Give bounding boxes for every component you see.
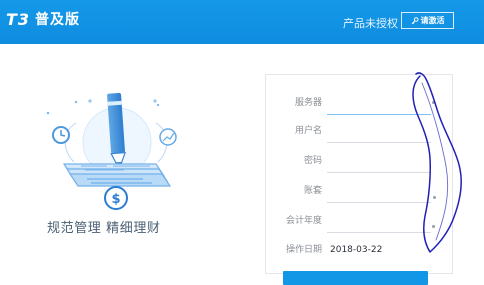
server-input-line [327,114,431,115]
username-label: 用户名 [294,126,322,136]
password-input-line [327,172,431,173]
username-input-line [327,142,431,143]
login-button[interactable] [283,271,428,285]
fiscal-year-label: 会计年度 [285,216,322,226]
account-set-label: 账套 [303,186,322,196]
username-field[interactable]: 用户名 [266,121,454,143]
server-input[interactable] [330,95,428,111]
server-label: 服务器 [294,98,322,108]
login-panel: 服务器 用户名 密码 账套 会计年度 操作日期 2018-03-22 [265,74,454,285]
fiscal-year-field[interactable]: 会计年度 [266,211,454,233]
field-dot-2 [433,196,436,199]
key-icon [411,16,419,25]
activate-button[interactable]: 请激活 [401,12,454,29]
password-field[interactable]: 密码 [266,151,454,173]
logo-t3: T3 [6,9,31,29]
product-logo: T3 普及版 [6,7,80,31]
operation-date-label: 操作日期 [285,245,322,255]
finance-management-illustration: $ [46,92,177,210]
slogan: 规范管理 精细理财 [47,221,161,236]
t3-login-window: T3 普及版 产品未授权 请激活 $ 规范管理 精细理财 服务器 用户名 密码 … [0,0,484,285]
account-set-select[interactable] [330,183,428,199]
field-dot-1 [432,101,435,104]
operation-date-input[interactable]: 2018-03-22 [330,242,428,258]
svg-text:$: $ [111,192,120,207]
title-bar: T3 普及版 产品未授权 请激活 [0,0,484,44]
password-label: 密码 [303,156,322,166]
operation-date-field[interactable]: 操作日期 2018-03-22 [266,240,454,262]
product-edition: 普及版 [35,12,81,28]
fiscal-year-input[interactable] [330,213,428,229]
account-set-field[interactable]: 账套 [266,181,454,203]
account-set-input-line [327,202,431,203]
password-input[interactable] [330,153,428,169]
activate-label: 请激活 [420,16,445,25]
username-input[interactable] [330,123,428,139]
fiscal-year-input-line [327,232,431,233]
server-field[interactable]: 服务器 [266,93,454,115]
field-dot-3 [432,225,435,228]
license-status: 产品未授权 [343,17,398,30]
